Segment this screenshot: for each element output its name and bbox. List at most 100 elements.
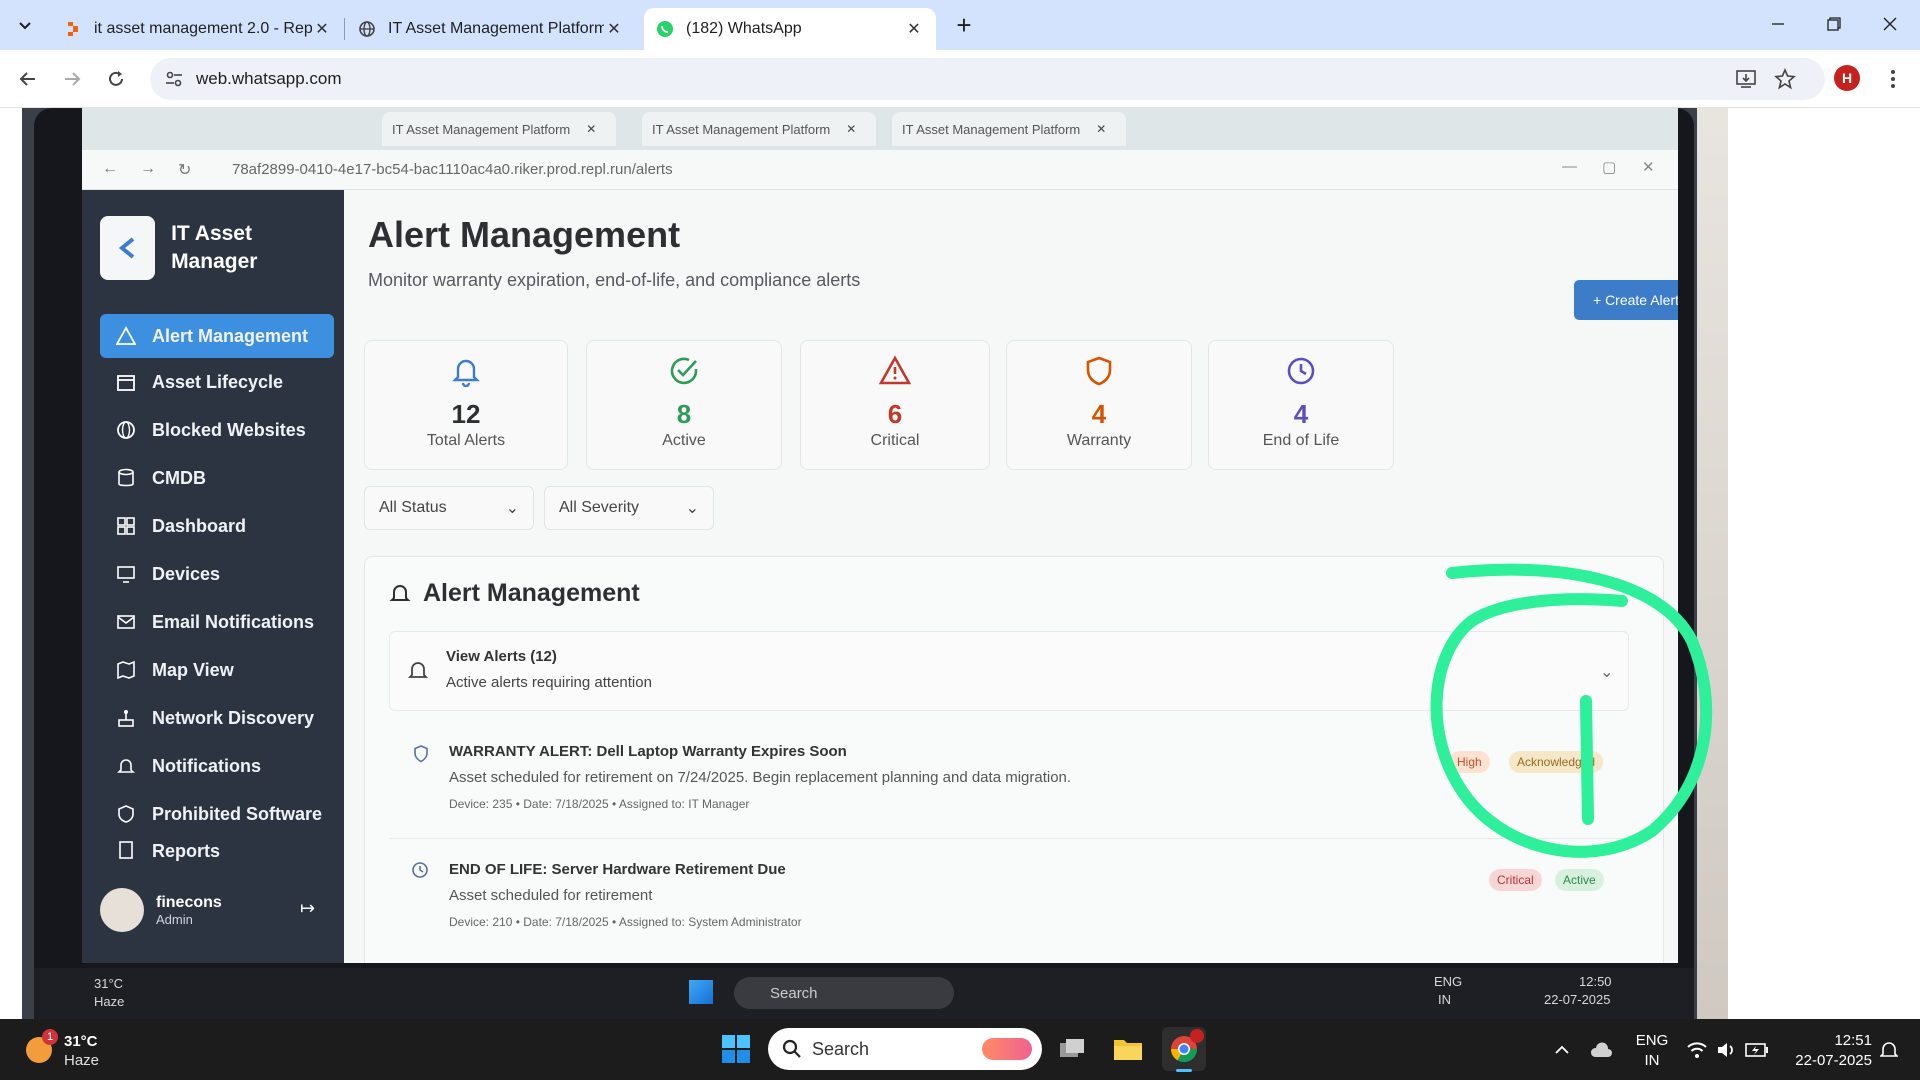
grid-icon [114, 514, 138, 538]
close-window-button[interactable] [1862, 0, 1918, 48]
show-hidden-icons[interactable] [1548, 1019, 1576, 1080]
severity-filter-select[interactable]: All Severity ⌄ [544, 486, 714, 530]
severity-filter-value: All Severity [559, 499, 640, 516]
alerts-panel: Alert Management View Alerts (12) Active… [364, 556, 1664, 963]
restore-button[interactable] [1806, 0, 1862, 48]
close-icon: ✕ [1096, 122, 1107, 136]
restore-icon [1827, 17, 1841, 31]
forward-button[interactable] [56, 63, 88, 95]
sidebar-item-prohibited-software[interactable]: Prohibited Software [100, 792, 334, 836]
clock-icon [412, 862, 428, 878]
tab-it-asset[interactable]: IT Asset Management Platform ✕ [346, 8, 636, 50]
weather-badge: 1 [42, 1029, 58, 1045]
bell-icon [365, 355, 567, 391]
chevron-down-icon: ⌄ [505, 500, 519, 517]
sidebar-item-alert-management[interactable]: Alert Management [100, 314, 334, 358]
user-profile[interactable]: finecons Admin ↦ [100, 880, 334, 940]
alert-row[interactable]: WARRANTY ALERT: Dell Laptop Warranty Exp… [389, 729, 1629, 839]
sidebar-item-label: Blocked Websites [152, 419, 306, 440]
minimize-icon [1772, 23, 1784, 25]
windows-icon [689, 980, 713, 1004]
laptop-photo[interactable]: IT Asset Management Platform ✕ IT Asset M… [22, 108, 1728, 1019]
notification-center-icon[interactable] [1874, 1019, 1904, 1080]
close-icon[interactable]: ✕ [904, 19, 924, 39]
status-filter-select[interactable]: All Status ⌄ [364, 486, 534, 530]
inner-tab: IT Asset Management Platform ✕ [892, 112, 1126, 146]
tab-search-button[interactable] [12, 13, 38, 39]
task-view-button[interactable] [1050, 1027, 1094, 1071]
system-clock[interactable]: 12:51 22-07-2025 [1782, 1031, 1872, 1071]
close-icon[interactable]: ✕ [312, 19, 332, 39]
start-button[interactable] [714, 1027, 758, 1071]
whatsapp-icon [656, 20, 674, 38]
onedrive-icon[interactable] [1586, 1019, 1616, 1080]
profile-avatar[interactable]: H [1834, 65, 1860, 91]
file-explorer-button[interactable] [1106, 1027, 1150, 1071]
weather-temp: 31°C [64, 1033, 98, 1050]
arrow-left-icon [19, 72, 35, 86]
inner-address-bar: ← → ↻ 78af2899-0410-4e17-bc54-bac1110ac4… [82, 150, 1678, 190]
install-app-icon[interactable] [1733, 66, 1759, 92]
site-settings-icon[interactable] [164, 69, 184, 89]
sidebar-item-label: Prohibited Software [152, 803, 323, 824]
bookmark-star-icon[interactable] [1772, 66, 1798, 92]
language-indicator[interactable]: ENG IN [1630, 1031, 1674, 1071]
sidebar-item-notifications[interactable]: Notifications [100, 744, 334, 788]
more-menu-icon[interactable] [1880, 66, 1906, 92]
chevron-down-icon[interactable]: ⌄ [1600, 662, 1613, 682]
minimize-button[interactable] [1750, 0, 1806, 48]
battery-icon[interactable] [1742, 1019, 1772, 1080]
sidebar-item-label: Map View [152, 659, 234, 680]
volume-icon[interactable] [1712, 1019, 1740, 1080]
search-icon [782, 1039, 801, 1058]
clock-time: 12:51 [1834, 1032, 1872, 1049]
sidebar-item-devices[interactable]: Devices [100, 552, 334, 596]
sidebar-item-label: Dashboard [152, 515, 247, 536]
inner-tab-label: IT Asset Management Platform [902, 121, 1081, 137]
reload-button[interactable] [100, 63, 132, 95]
clock-date: 22-07-2025 [1795, 1052, 1872, 1069]
minimize-icon: — [1562, 158, 1577, 175]
sidebar-item-network-discovery[interactable]: Network Discovery [100, 696, 334, 740]
wifi-icon[interactable] [1682, 1019, 1712, 1080]
tab-label: it asset management 2.0 - Repli [94, 20, 312, 37]
sidebar-item-asset-lifecycle[interactable]: Asset Lifecycle [100, 360, 334, 404]
photo-lang2: IN [1438, 992, 1451, 1007]
create-alert-button[interactable]: + Create Alert [1574, 280, 1678, 320]
chrome-button[interactable] [1162, 1027, 1206, 1072]
app-brand: IT Asset Manager [100, 212, 320, 284]
address-bar[interactable]: web.whatsapp.com [150, 58, 1825, 100]
view-alerts-accordion[interactable]: View Alerts (12) Active alerts requiring… [389, 631, 1629, 711]
close-icon[interactable]: ✕ [604, 19, 624, 39]
stat-value: 4 [1293, 399, 1309, 429]
alert-meta: Device: 210 • Date: 7/18/2025 • Assigned… [449, 915, 802, 929]
stat-label: Total Alerts [426, 432, 506, 449]
tab-replit[interactable]: it asset management 2.0 - Repli ✕ [52, 8, 344, 50]
new-tab-button[interactable]: + [950, 12, 978, 40]
alert-row[interactable]: END OF LIFE: Server Hardware Retirement … [389, 847, 1629, 957]
logo-icon [100, 216, 156, 280]
sidebar-item-email-notifications[interactable]: Email Notifications [100, 600, 334, 644]
tab-whatsapp[interactable]: (182) WhatsApp ✕ [644, 8, 936, 50]
taskbar-search[interactable]: Search [768, 1028, 1042, 1070]
sidebar-item-reports[interactable]: Reports [100, 840, 334, 862]
mail-icon [114, 610, 138, 634]
photo-weather-cond: Haze [94, 994, 125, 1009]
weather-widget[interactable]: 1 31°C Haze [22, 1029, 142, 1071]
sidebar-item-blocked-websites[interactable]: Blocked Websites [100, 408, 334, 452]
bell-icon [114, 754, 138, 778]
arrow-left-icon: ← [102, 160, 118, 177]
sidebar-item-map-view[interactable]: Map View [100, 648, 334, 692]
back-button[interactable] [12, 63, 44, 95]
stat-value: 8 [676, 399, 692, 429]
shield-icon [1007, 355, 1191, 391]
app-title: IT Asset Manager [171, 222, 258, 273]
task-view-icon [1060, 1039, 1084, 1057]
app-main: Alert Management Monitor warranty expira… [344, 190, 1678, 963]
region-code: IN [1644, 1052, 1660, 1069]
sidebar-item-label: Alert Management [152, 325, 309, 346]
sidebar-item-cmdb[interactable]: CMDB [100, 456, 334, 500]
globe-icon [358, 20, 376, 38]
sidebar-item-dashboard[interactable]: Dashboard [100, 504, 334, 548]
logout-icon[interactable]: ↦ [300, 898, 315, 919]
